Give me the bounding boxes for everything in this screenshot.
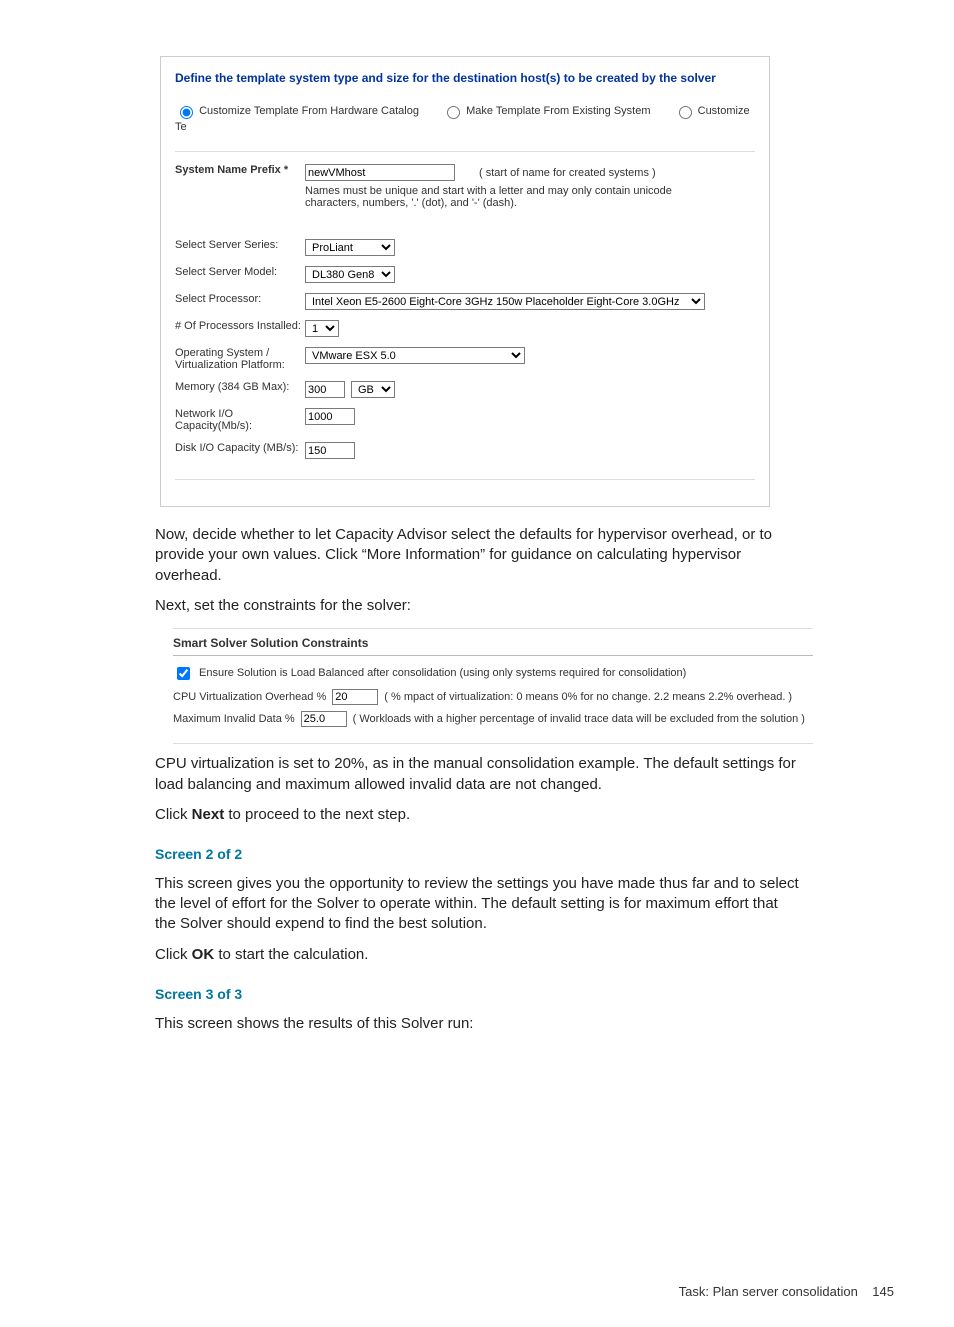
- cpu-overhead-hint: ( % mpact of virtualization: 0 means 0% …: [384, 690, 792, 705]
- radio-customize-catalog[interactable]: Customize Template From Hardware Catalog: [175, 105, 422, 117]
- radio-existing-system-input[interactable]: [447, 106, 460, 119]
- screen-3-heading: Screen 3 of 3: [155, 985, 799, 1004]
- network-io-row: Network I/O Capacity(Mb/s):: [175, 408, 755, 432]
- server-series-row: Select Server Series: ProLiant: [175, 239, 755, 256]
- max-invalid-hint: ( Workloads with a higher percentage of …: [353, 712, 805, 727]
- server-series-select[interactable]: ProLiant: [305, 239, 395, 256]
- paragraph-constraints-intro: Next, set the constraints for the solver…: [155, 596, 799, 616]
- memory-unit-select[interactable]: GB: [351, 381, 395, 398]
- num-processors-row: # Of Processors Installed: 1: [175, 320, 755, 337]
- system-name-row: System Name Prefix * ( start of name for…: [175, 164, 755, 209]
- max-invalid-row: Maximum Invalid Data % ( Workloads with …: [173, 711, 813, 727]
- os-platform-row: Operating System / Virtualization Platfo…: [175, 347, 755, 371]
- disk-io-input[interactable]: [305, 442, 355, 459]
- footer-page: 145: [872, 1284, 894, 1299]
- disk-io-row: Disk I/O Capacity (MB/s):: [175, 442, 755, 459]
- processor-select[interactable]: Intel Xeon E5-2600 Eight-Core 3GHz 150w …: [305, 293, 705, 310]
- paragraph-click-next: Click Next to proceed to the next step.: [155, 805, 799, 825]
- server-model-label: Select Server Model:: [175, 266, 305, 278]
- processor-label: Select Processor:: [175, 293, 305, 305]
- os-platform-label: Operating System / Virtualization Platfo…: [175, 347, 305, 371]
- max-invalid-input[interactable]: [301, 711, 347, 727]
- radio-customize-catalog-input[interactable]: [180, 106, 193, 119]
- constraints-title: Smart Solver Solution Constraints: [173, 635, 813, 656]
- network-io-input[interactable]: [305, 408, 355, 425]
- num-processors-label: # Of Processors Installed:: [175, 320, 305, 332]
- system-name-note1: ( start of name for created systems ): [479, 167, 656, 179]
- cpu-overhead-label: CPU Virtualization Overhead %: [173, 690, 326, 705]
- page-footer: Task: Plan server consolidation 145: [679, 1284, 894, 1299]
- memory-row: Memory (384 GB Max): GB: [175, 381, 755, 398]
- paragraph-overhead: Now, decide whether to let Capacity Advi…: [155, 525, 799, 586]
- radio-existing-system[interactable]: Make Template From Existing System: [442, 105, 654, 117]
- memory-label: Memory (384 GB Max):: [175, 381, 305, 393]
- system-name-input[interactable]: [305, 164, 455, 181]
- cpu-overhead-input[interactable]: [332, 689, 378, 705]
- disk-io-label: Disk I/O Capacity (MB/s):: [175, 442, 305, 454]
- screen-2-heading: Screen 2 of 2: [155, 845, 799, 864]
- paragraph-screen2: This screen gives you the opportunity to…: [155, 874, 799, 935]
- panel-heading: Define the template system type and size…: [175, 71, 755, 85]
- radio-existing-system-label: Make Template From Existing System: [466, 105, 650, 117]
- num-processors-select[interactable]: 1: [305, 320, 339, 337]
- paragraph-cpu-virt: CPU virtualization is set to 20%, as in …: [155, 754, 799, 795]
- body-text: Now, decide whether to let Capacity Advi…: [155, 525, 799, 1034]
- load-balanced-label: Ensure Solution is Load Balanced after c…: [199, 666, 686, 681]
- load-balanced-row: Ensure Solution is Load Balanced after c…: [173, 664, 813, 683]
- system-name-note2: Names must be unique and start with a le…: [305, 185, 725, 209]
- processor-row: Select Processor: Intel Xeon E5-2600 Eig…: [175, 293, 755, 310]
- define-template-panel: Define the template system type and size…: [160, 56, 770, 507]
- server-model-row: Select Server Model: DL380 Gen8: [175, 266, 755, 283]
- template-source-radios: Customize Template From Hardware Catalog…: [175, 103, 755, 152]
- cpu-overhead-row: CPU Virtualization Overhead % ( % mpact …: [173, 689, 813, 705]
- system-name-label: System Name Prefix *: [175, 164, 305, 176]
- radio-customize-catalog-label: Customize Template From Hardware Catalog: [199, 105, 419, 117]
- paragraph-click-ok: Click OK to start the calculation.: [155, 945, 799, 965]
- memory-input[interactable]: [305, 381, 345, 398]
- load-balanced-checkbox[interactable]: [177, 667, 190, 680]
- network-io-label: Network I/O Capacity(Mb/s):: [175, 408, 305, 432]
- server-series-label: Select Server Series:: [175, 239, 305, 251]
- max-invalid-label: Maximum Invalid Data %: [173, 712, 295, 727]
- paragraph-screen3: This screen shows the results of this So…: [155, 1014, 799, 1034]
- constraints-panel: Smart Solver Solution Constraints Ensure…: [173, 628, 813, 744]
- os-platform-select[interactable]: VMware ESX 5.0: [305, 347, 525, 364]
- footer-task: Task: Plan server consolidation: [679, 1284, 858, 1299]
- radio-customize-te-input[interactable]: [679, 106, 692, 119]
- server-model-select[interactable]: DL380 Gen8: [305, 266, 395, 283]
